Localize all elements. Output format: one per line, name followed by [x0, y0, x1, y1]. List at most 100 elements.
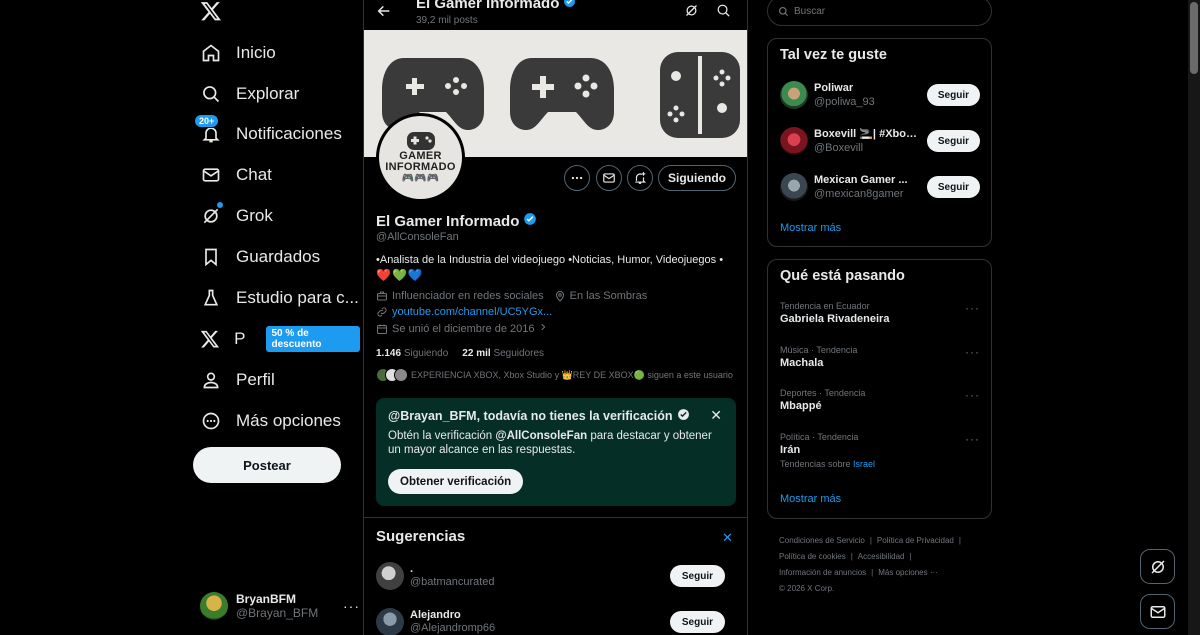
close-icon[interactable]: ✕ [722, 530, 733, 546]
page-scrollbar[interactable] [1188, 0, 1200, 635]
trend-meta: Política · Tendencia [780, 432, 859, 442]
notifications-badge: 20+ [194, 114, 220, 128]
footer-link[interactable]: Información de anuncios [779, 568, 866, 577]
follow-button[interactable]: Seguir [926, 84, 980, 106]
search-icon[interactable] [716, 3, 731, 23]
post-button[interactable]: Postear [193, 447, 341, 483]
follow-counts: 1.146 Siguiendo 22 mil Seguidores [376, 348, 544, 359]
suggestion-item[interactable]: . @batmancurated Seguir [376, 558, 736, 594]
trend-item[interactable]: Política · Tendencia Irán Tendencias sob… [780, 432, 980, 470]
mail-icon [200, 164, 222, 186]
verified-badge-icon [563, 0, 576, 12]
suggestion-name: . [410, 563, 414, 575]
trend-more-icon[interactable]: ··· [965, 432, 980, 446]
trend-related: Tendencias sobre Israel [780, 458, 980, 470]
who-to-follow-item[interactable]: Boxevill 🚬| #Xbox... @Boxevill Seguir [780, 125, 980, 157]
followers-count-link[interactable]: 22 mil Seguidores [462, 348, 544, 359]
known-followers-text: EXPERIENCIA XBOX, Xbox Studio y 👑REY DE … [411, 369, 733, 380]
grok-icon [1150, 559, 1165, 574]
who-to-follow-name: Poliwar [814, 81, 854, 94]
back-arrow-icon[interactable] [376, 3, 392, 24]
nav-more-options[interactable]: Más opciones [200, 401, 341, 441]
nav-bookmarks[interactable]: Guardados [200, 237, 320, 277]
trend-item[interactable]: Tendencia en Ecuador Gabriela Rivadeneir… [780, 301, 980, 327]
who-to-follow-item[interactable]: Mexican Gamer ... @mexican8gamer Seguir [780, 171, 980, 203]
footer-copyright: © 2026 X Corp. [779, 584, 835, 593]
nav-home[interactable]: Inicio [200, 33, 276, 73]
trend-item[interactable]: Música · Tendencia Machala ··· [780, 345, 980, 371]
grok-icon[interactable] [684, 3, 699, 23]
footer-link[interactable]: Política de cookies [779, 552, 846, 561]
following-label: Siguiendo [403, 348, 449, 359]
nav-premium[interactable]: P 50 % de descuento [200, 319, 360, 359]
nav-chat[interactable]: Chat [200, 155, 272, 195]
more-circle-icon [200, 410, 222, 432]
search-bar[interactable] [767, 0, 992, 26]
who-to-follow-item[interactable]: Poliwar @poliwa_93 Seguir [780, 79, 980, 111]
nav-creator-studio[interactable]: Estudio para c... [200, 278, 359, 318]
trends-title: Qué está pasando [780, 268, 905, 284]
trend-name: Irán [780, 444, 801, 456]
footer-link[interactable]: Accesibilidad [858, 552, 905, 561]
nav-bookmarks-label: Guardados [236, 247, 321, 266]
close-icon[interactable]: ✕ [710, 407, 722, 424]
nav-grok[interactable]: Grok [200, 196, 273, 236]
footer-link[interactable]: Condiciones de Servicio [779, 536, 865, 545]
suggestion-info: . @batmancurated [410, 563, 495, 589]
avatar-text-2: INFORMADO [385, 161, 456, 173]
search-input[interactable] [794, 5, 926, 17]
profile-avatar[interactable]: GAMER INFORMADO 🎮🎮🎮 [376, 113, 465, 202]
trend-more-icon[interactable]: ··· [965, 388, 980, 402]
who-to-follow-handle: @poliwa_93 [814, 95, 875, 108]
trend-item[interactable]: Deportes · Tendencia Mbappé ··· [780, 388, 980, 414]
flask-icon [200, 287, 222, 309]
suggestion-item[interactable]: Alejandro @Alejandromp66 Seguir [376, 604, 736, 635]
grok-icon [200, 202, 223, 227]
search-icon [779, 6, 789, 16]
account-more-icon[interactable]: ··· [343, 598, 360, 614]
follow-button[interactable]: Seguir [669, 565, 725, 587]
following-count: 1.146 [376, 348, 402, 359]
profile-link[interactable]: youtube.com/channel/UC5YGx... [392, 306, 552, 318]
subscribe-notifications-button[interactable] [627, 165, 653, 191]
nav-explore-label: Explorar [236, 84, 300, 103]
footer-link[interactable]: Más opciones ··· [878, 568, 938, 577]
calendar-icon [377, 324, 387, 334]
messages-float-button[interactable] [1140, 594, 1175, 629]
show-more-link[interactable]: Mostrar más [780, 493, 841, 505]
trend-related-link[interactable]: Israel [853, 459, 875, 469]
show-more-link[interactable]: Mostrar más [780, 222, 841, 234]
chevron-right-icon[interactable] [538, 322, 548, 335]
known-followers[interactable]: EXPERIENCIA XBOX, Xbox Studio y 👑REY DE … [376, 368, 733, 382]
more-options-button[interactable] [564, 165, 590, 191]
following-button[interactable]: Siguiendo [658, 165, 736, 191]
follow-button[interactable]: Seguir [926, 176, 980, 198]
footer-link[interactable]: Política de Privacidad [877, 536, 954, 545]
suggestion-handle: @batmancurated [410, 576, 495, 588]
get-verified-button[interactable]: Obtener verificación [388, 469, 524, 494]
who-to-follow-handle: @mexican8gamer [814, 187, 904, 200]
follow-button[interactable]: Seguir [669, 611, 725, 633]
trend-related-label: Tendencias sobre [780, 459, 854, 469]
bell-plus-icon [635, 172, 647, 184]
verification-body-pre: Obtén la verificación [388, 430, 496, 442]
account-switcher[interactable]: BryanBFM @Brayan_BFM ··· [200, 588, 360, 624]
link-icon [377, 307, 387, 317]
grok-float-button[interactable] [1140, 549, 1175, 584]
avatar [200, 592, 228, 620]
scrollbar-thumb[interactable] [1190, 2, 1198, 74]
verification-title: @Brayan_BFM, todavía no tienes la verifi… [388, 408, 690, 424]
profile-joined-row: Se unió el diciembre de 2016 [376, 322, 548, 335]
x-logo-icon[interactable] [200, 0, 224, 24]
nav-notifications[interactable]: 20+ Notificaciones [194, 114, 342, 154]
follow-button[interactable]: Seguir [926, 130, 980, 152]
avatar [780, 81, 808, 109]
trend-more-icon[interactable]: ··· [965, 345, 980, 359]
who-to-follow-name: Mexican Gamer ... [814, 173, 908, 186]
nav-profile[interactable]: Perfil [200, 360, 275, 400]
message-button[interactable] [596, 165, 622, 191]
nav-explore[interactable]: Explorar [200, 74, 299, 114]
following-count-link[interactable]: 1.146 Siguiendo [376, 348, 448, 359]
verification-title-text: @Brayan_BFM, todavía no tienes la verifi… [388, 409, 673, 423]
trend-more-icon[interactable]: ··· [965, 301, 980, 315]
